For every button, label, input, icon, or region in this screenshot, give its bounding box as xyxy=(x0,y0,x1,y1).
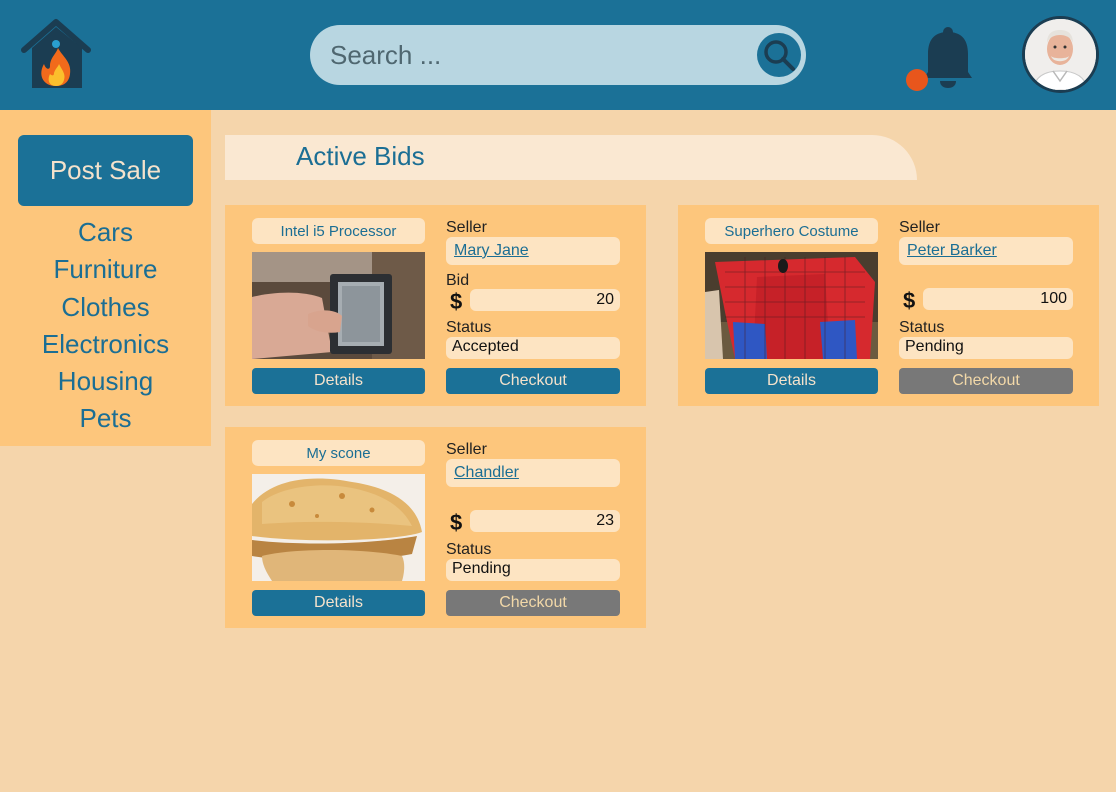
page-title-bar: Active Bids xyxy=(225,135,917,180)
details-button[interactable]: Details xyxy=(252,368,425,394)
bell-icon[interactable] xyxy=(902,24,976,94)
costume-photo[interactable] xyxy=(705,252,878,359)
seller-label: Seller xyxy=(446,441,487,458)
dollar-icon: $ xyxy=(450,510,463,535)
search-button[interactable] xyxy=(757,33,801,77)
bid-label: Bid xyxy=(446,272,470,289)
checkout-button[interactable]: Checkout xyxy=(446,368,620,394)
checkout-button[interactable]: Checkout xyxy=(446,590,620,616)
dollar-icon: $ xyxy=(903,288,916,313)
sidebar: Post Sale Cars Furniture Clothes Electro… xyxy=(0,110,211,446)
product-title: Superhero Costume xyxy=(705,218,878,244)
details-button[interactable]: Details xyxy=(252,590,425,616)
search-bar xyxy=(310,25,806,85)
bid-card: Intel i5 Processor Seller Mary Jane Bid … xyxy=(225,205,646,406)
search-icon xyxy=(764,40,795,71)
top-bar xyxy=(0,0,1116,110)
checkout-button[interactable]: Checkout xyxy=(899,368,1073,394)
bid-amount: 20 xyxy=(470,289,620,311)
seller-link[interactable]: Mary Jane xyxy=(446,237,620,265)
seller-link[interactable]: Peter Barker xyxy=(899,237,1073,265)
category-electronics[interactable]: Electronics xyxy=(0,326,211,363)
page-title: Active Bids xyxy=(296,141,425,171)
search-input[interactable] xyxy=(330,39,730,71)
category-furniture[interactable]: Furniture xyxy=(0,251,211,288)
status-value: Pending xyxy=(446,559,620,581)
dollar-icon: $ xyxy=(450,289,463,314)
status-label: Status xyxy=(899,319,945,336)
bid-card: My scone Seller Chandler $ 23 Status Pen… xyxy=(225,427,646,628)
status-value: Accepted xyxy=(446,337,620,359)
bid-amount: 100 xyxy=(923,288,1073,310)
category-housing[interactable]: Housing xyxy=(0,363,211,400)
notification-dot xyxy=(906,69,928,91)
product-title: My scone xyxy=(252,440,425,466)
seller-label: Seller xyxy=(446,219,487,236)
bid-amount: 23 xyxy=(470,510,620,532)
user-avatar-icon xyxy=(1025,19,1096,90)
post-sale-button[interactable]: Post Sale xyxy=(18,135,193,206)
processor-photo[interactable] xyxy=(252,252,425,359)
category-list: Cars Furniture Clothes Electronics Housi… xyxy=(0,214,211,438)
house-flame-icon[interactable] xyxy=(20,18,92,92)
details-button[interactable]: Details xyxy=(705,368,878,394)
seller-link[interactable]: Chandler xyxy=(446,459,620,487)
avatar[interactable] xyxy=(1022,16,1099,93)
status-label: Status xyxy=(446,541,492,558)
status-label: Status xyxy=(446,319,492,336)
seller-label: Seller xyxy=(899,219,940,236)
status-value: Pending xyxy=(899,337,1073,359)
product-title: Intel i5 Processor xyxy=(252,218,425,244)
bid-card: Superhero Costume Seller Peter Barker $ … xyxy=(678,205,1099,406)
scone-photo[interactable] xyxy=(252,474,425,581)
category-cars[interactable]: Cars xyxy=(0,214,211,251)
category-pets[interactable]: Pets xyxy=(0,400,211,437)
category-clothes[interactable]: Clothes xyxy=(0,289,211,326)
